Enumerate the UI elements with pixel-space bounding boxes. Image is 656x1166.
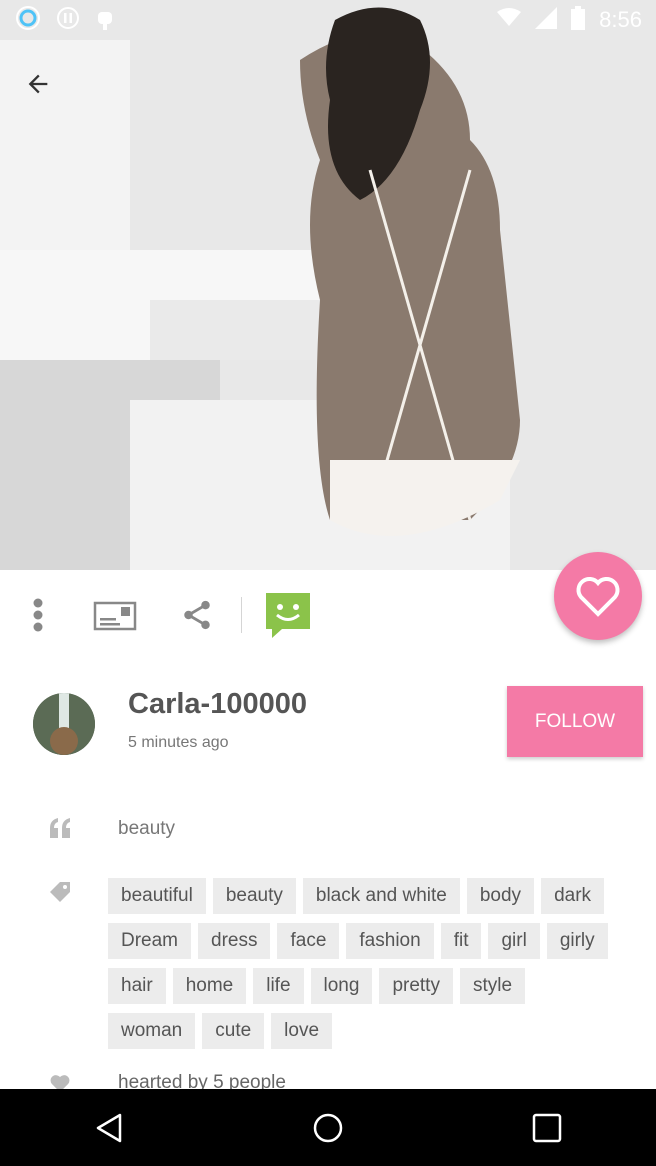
- nav-home-icon: [313, 1113, 343, 1142]
- tag-chip[interactable]: beautiful: [108, 878, 206, 914]
- signal-icon: [535, 6, 558, 34]
- avatar[interactable]: [33, 693, 95, 755]
- tag-chip[interactable]: girl: [488, 923, 540, 959]
- info-status-icon: [56, 6, 80, 35]
- tag-chip[interactable]: long: [310, 968, 373, 1004]
- tag-chip[interactable]: woman: [108, 1013, 196, 1049]
- tag-chip[interactable]: hair: [108, 968, 166, 1004]
- nav-back-icon: [97, 1113, 122, 1142]
- tag-chip[interactable]: dark: [541, 878, 605, 914]
- post-time: 5 minutes ago: [128, 734, 229, 751]
- back-arrow-icon: [28, 74, 48, 94]
- photo-image: [0, 0, 656, 570]
- follow-button[interactable]: FOLLOW: [507, 686, 643, 757]
- chat-icon: [266, 593, 310, 638]
- system-nav-bar: [0, 1089, 656, 1166]
- postcard-button[interactable]: [90, 590, 140, 640]
- tag-chip[interactable]: fit: [440, 923, 482, 959]
- tag-chip[interactable]: fashion: [346, 923, 434, 959]
- status-time: 8:56: [599, 7, 642, 32]
- nav-home-button[interactable]: [288, 1098, 368, 1158]
- card-icon: [93, 601, 137, 631]
- more-button[interactable]: [18, 590, 58, 640]
- post-photo[interactable]: [0, 0, 656, 570]
- tag-chip[interactable]: girly: [546, 923, 608, 959]
- tag-chip[interactable]: love: [271, 1013, 333, 1049]
- tag-icon: [48, 880, 72, 909]
- share-button[interactable]: [174, 590, 220, 640]
- status-bar: 8:56: [0, 0, 656, 40]
- action-divider: [241, 597, 242, 633]
- tag-list: beautiful beauty black and white body da…: [108, 878, 608, 1049]
- android-status-icon: [94, 6, 116, 35]
- nav-recents-button[interactable]: [507, 1098, 587, 1158]
- tag-chip[interactable]: face: [277, 923, 340, 959]
- battery-icon: [571, 5, 586, 35]
- tag-chip[interactable]: body: [466, 878, 535, 914]
- post-caption: beauty: [118, 818, 176, 839]
- tag-chip[interactable]: beauty: [212, 878, 296, 914]
- share-icon: [184, 600, 210, 630]
- tag-chip[interactable]: life: [253, 968, 304, 1004]
- app-status-icon: [14, 4, 42, 37]
- tag-chip[interactable]: black and white: [302, 878, 460, 914]
- tag-chip[interactable]: home: [172, 968, 247, 1004]
- heart-icon: [576, 577, 620, 617]
- tag-chip[interactable]: dress: [198, 923, 271, 959]
- tag-chip[interactable]: style: [459, 968, 526, 1004]
- nav-back-button[interactable]: [69, 1098, 149, 1158]
- tag-chip[interactable]: pretty: [379, 968, 453, 1004]
- nav-recents-icon: [532, 1113, 561, 1142]
- back-button[interactable]: [18, 64, 58, 104]
- quote-icon: [48, 816, 72, 845]
- tag-chip[interactable]: Dream: [108, 923, 192, 959]
- heart-button[interactable]: [554, 552, 642, 640]
- tag-chip[interactable]: cute: [202, 1013, 265, 1049]
- wifi-icon: [497, 7, 522, 33]
- avatar-image: [33, 693, 95, 755]
- more-vert-icon: [33, 598, 43, 632]
- author-username[interactable]: Carla-100000: [128, 688, 307, 721]
- chat-button[interactable]: [260, 590, 316, 640]
